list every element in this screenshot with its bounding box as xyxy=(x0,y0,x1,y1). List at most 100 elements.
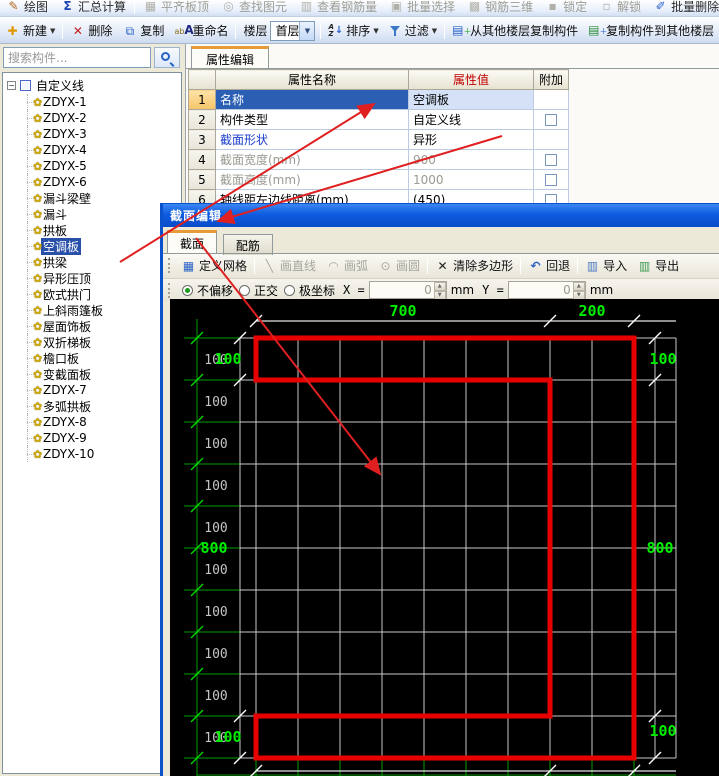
tab-rebar[interactable]: 配筋 xyxy=(222,234,273,255)
component-icon: ✿ xyxy=(33,319,43,333)
draw-line-button[interactable]: ╲ 画直线 xyxy=(257,255,321,277)
search-input[interactable] xyxy=(3,47,151,68)
tree-item[interactable]: ✿ ZDYX-3 xyxy=(3,126,181,142)
tree-item[interactable]: ✿ 多弧拱板 xyxy=(3,398,181,414)
unlock-button[interactable]: ▫ 解锁 xyxy=(593,0,647,15)
radio-polar[interactable] xyxy=(284,284,296,296)
tree-item[interactable]: ✿ 漏斗梁壁 xyxy=(3,190,181,206)
define-grid-button[interactable]: ▦ 定义网格 xyxy=(176,255,252,277)
tree-item[interactable]: ✿ 屋面饰板 xyxy=(3,318,181,334)
chevron-down-icon[interactable]: ▼ xyxy=(299,21,315,40)
tree-item[interactable]: ✿ 欧式拱门 xyxy=(3,286,181,302)
rename-icon: abA xyxy=(174,22,194,37)
toolbar-grip[interactable] xyxy=(168,282,171,298)
tree-item[interactable]: ✿ 拱板 xyxy=(3,222,181,238)
floors-copy-icon: ▤＋ xyxy=(588,22,608,37)
checkbox[interactable] xyxy=(545,114,557,126)
delete-button[interactable]: ✕ 删除 xyxy=(65,20,117,42)
tree-item[interactable]: ✿ ZDYX-1 xyxy=(3,94,181,110)
copy-button[interactable]: ⧉ 复制 xyxy=(117,20,169,42)
new-button[interactable]: ✚ 新建 ▼ xyxy=(0,20,60,42)
floor-dropdown[interactable]: 首层 ▼ xyxy=(270,20,316,41)
tree-item[interactable]: ✿ 双折梯板 xyxy=(3,334,181,350)
tree-item[interactable]: ✿ ZDYX-7 xyxy=(3,382,181,398)
undo-button[interactable]: ↶ 回退 xyxy=(523,255,575,277)
tab-section[interactable]: 截面 xyxy=(167,230,218,253)
batch-select-button[interactable]: ▣ 批量选择 xyxy=(383,0,461,15)
tree-item[interactable]: ✿ ZDYX-8 xyxy=(3,414,181,430)
toolbar-main: ✚ 新建 ▼ ✕ 删除 ⧉ 复制 abA 重命名 楼层 首层 ▼ A Z ↓ 排序 ▼ 过滤 ▼ ▤… xyxy=(0,17,719,44)
sort-button[interactable]: A Z ↓ 排序 ▼ xyxy=(323,20,383,42)
dialog-title-bar[interactable]: 截面编辑 xyxy=(163,204,719,227)
summary-calc-button[interactable]: Σ 汇总计算 xyxy=(54,0,132,15)
tree-item[interactable]: ✿ 上斜雨篷板 xyxy=(3,302,181,318)
rename-button[interactable]: abA 重命名 xyxy=(169,20,233,42)
search-button[interactable] xyxy=(154,47,180,68)
toolbar-grip[interactable] xyxy=(168,258,171,273)
grid-icon: ▦ xyxy=(182,258,195,273)
collapse-icon[interactable]: − xyxy=(7,80,16,90)
spinner-arrows[interactable]: ▲ ▼ xyxy=(572,282,585,300)
chevron-down-icon: ▼ xyxy=(373,26,379,35)
clear-polygon-button[interactable]: ✕ 清除多边形 xyxy=(430,255,518,277)
spinner-arrows[interactable]: ▲ ▼ xyxy=(433,282,446,300)
lock-button[interactable]: ▪ 锁定 xyxy=(539,0,593,15)
property-name-cell[interactable]: 构件类型 xyxy=(215,109,409,130)
radio-no-offset[interactable] xyxy=(182,284,193,296)
property-name-cell[interactable]: 名称 xyxy=(215,89,409,110)
checkbox[interactable] xyxy=(545,154,557,166)
tree-item[interactable]: ✿ ZDYX-5 xyxy=(3,158,181,174)
property-value-cell[interactable]: 自定义线 xyxy=(408,109,534,130)
new-plus-icon: ✚ xyxy=(7,23,18,38)
filter-funnel-icon xyxy=(389,25,402,37)
tree-item[interactable]: ✿ ZDYX-2 xyxy=(3,110,181,126)
component-icon: ✿ xyxy=(33,447,43,461)
tree-root-custom-line[interactable]: − 自定义线 xyxy=(3,76,181,94)
radio-ortho[interactable] xyxy=(239,284,251,296)
floors-copy-icon: ▤＋ xyxy=(452,22,472,37)
rebar-3d-button[interactable]: ▩ 钢筋三维 xyxy=(461,0,539,15)
import-button[interactable]: ▥ 导入 xyxy=(580,255,632,277)
property-value-cell[interactable]: 异形 xyxy=(408,129,534,150)
property-value-cell[interactable]: 空调板 xyxy=(408,89,534,110)
tree-item[interactable]: ✿ ZDYX-9 xyxy=(3,430,181,446)
tree-item-selected[interactable]: ✿ 空调板 xyxy=(3,237,181,255)
table-row: 3 截面形状 异形 xyxy=(188,129,569,150)
radio-label: 极坐标 xyxy=(299,283,336,298)
property-name-cell[interactable]: 截面形状 xyxy=(215,129,409,150)
table-row: 4 截面宽度(mm) 900 xyxy=(188,149,569,170)
radio-label: 正交 xyxy=(254,283,279,298)
checkbox[interactable] xyxy=(545,174,557,186)
batch-delete-unused-button[interactable]: ✐批量删除未使用构件 xyxy=(647,0,719,15)
copy-from-floor-button[interactable]: ▤＋ 从其他楼层复制构件 xyxy=(447,20,583,42)
tree-item[interactable]: ✿ ZDYX-6 xyxy=(3,174,181,190)
tree-item[interactable]: ✿ 变截面板 xyxy=(3,366,181,382)
offset-mode-bar: 不偏移 正交 极坐标 X = 0 ▲ ▼ mm Y = 0 ▲ ▼ mm xyxy=(163,279,719,301)
extra-cell xyxy=(533,109,569,130)
view-rebar-qty-button[interactable]: ▥ 查看钢筋量 xyxy=(293,0,383,15)
copy-to-floor-button[interactable]: ▤＋ 复制构件到其他楼层 xyxy=(583,20,719,42)
tree-item[interactable]: ✿ ZDYX-10 xyxy=(3,446,181,462)
extra-cell xyxy=(533,89,569,110)
tree-item[interactable]: ✿ 拱梁 xyxy=(3,254,181,270)
separator xyxy=(134,0,136,14)
y-coord-input[interactable]: 0 ▲ ▼ xyxy=(507,281,586,300)
table-row: 5 截面高度(mm) 1000 xyxy=(188,169,569,190)
filter-button[interactable]: 过滤 ▼ xyxy=(384,20,442,42)
row-number: 1 xyxy=(188,89,216,110)
tree-item[interactable]: ✿ ZDYX-4 xyxy=(3,142,181,158)
draw-arc-button[interactable]: ◠ 画弧 xyxy=(321,255,373,277)
find-element-button[interactable]: ◎ 查找图元 xyxy=(215,0,293,15)
left-dim-bottom: 100 xyxy=(214,728,241,746)
tree-item[interactable]: ✿ 檐口板 xyxy=(3,350,181,366)
draw-mode-button[interactable]: ✎ 绘图 xyxy=(0,0,54,15)
draw-circle-button[interactable]: ⊙ 画圆 xyxy=(373,255,425,277)
floor-dropdown-value: 首层 xyxy=(275,24,300,38)
section-drawing-canvas[interactable]: 700 200 100 100 100 100 100 100 100 100 … xyxy=(170,299,719,776)
export-button[interactable]: ▥ 导出 xyxy=(632,255,684,277)
tree-item[interactable]: ✿ 异形压顶 xyxy=(3,270,181,286)
x-coord-input[interactable]: 0 ▲ ▼ xyxy=(368,281,447,300)
align-slab-top-button[interactable]: ▦ 平齐板顶 xyxy=(137,0,215,15)
tab-property-edit[interactable]: 属性编辑 xyxy=(191,46,269,69)
tree-item[interactable]: ✿ 漏斗 xyxy=(3,206,181,222)
